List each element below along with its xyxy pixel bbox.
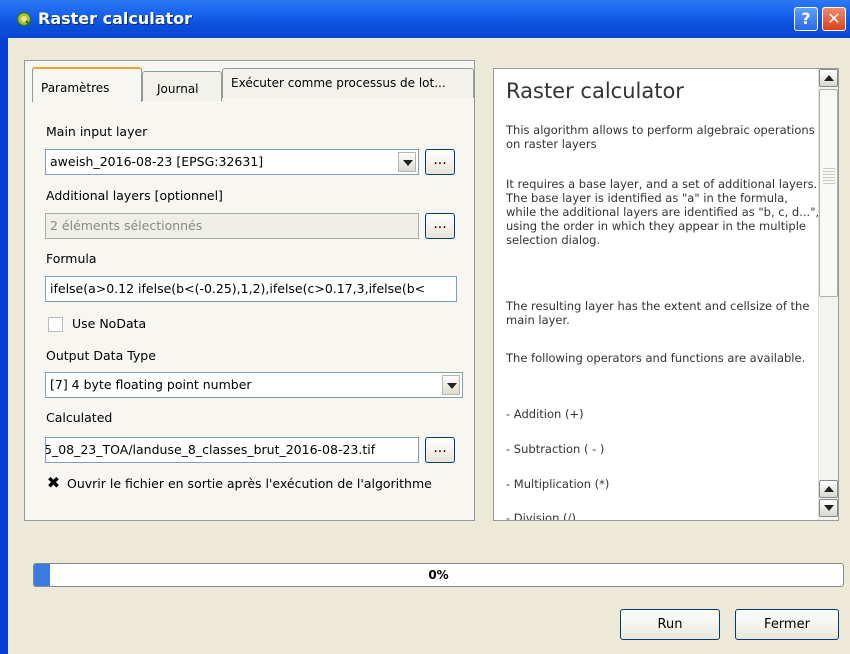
output-type-label: Output Data Type bbox=[46, 348, 156, 363]
scrollbar-thumb[interactable] bbox=[819, 89, 838, 297]
open-output-label: Ouvrir le fichier en sortie après l'exéc… bbox=[67, 476, 432, 491]
output-file-browse-button[interactable]: ... bbox=[425, 437, 455, 463]
main-input-browse-button[interactable]: ... bbox=[425, 149, 455, 175]
output-file-value: 5_08_23_TOA/landuse_8_classes_brut_2016-… bbox=[45, 442, 376, 457]
tab-batch-process[interactable]: Exécuter comme processus de lot... bbox=[222, 68, 474, 98]
qgis-icon bbox=[16, 11, 32, 27]
output-file-input[interactable]: 5_08_23_TOA/landuse_8_classes_brut_2016-… bbox=[45, 437, 419, 463]
help-list-item: - Division (/) bbox=[506, 511, 576, 521]
grip-icon bbox=[823, 168, 835, 186]
close-icon[interactable]: ✕ bbox=[822, 7, 846, 31]
progress-text: 0% bbox=[428, 568, 449, 582]
help-panel: Raster calculator This algorithm allows … bbox=[493, 68, 839, 521]
use-nodata-checkbox[interactable] bbox=[48, 317, 63, 332]
use-nodata-label: Use NoData bbox=[72, 316, 147, 331]
close-button[interactable]: Fermer bbox=[735, 609, 839, 640]
help-paragraph: The following operators and functions ar… bbox=[506, 351, 806, 365]
tab-journal[interactable]: Journal bbox=[142, 71, 222, 101]
title-bar: Raster calculator ? ✕ bbox=[0, 0, 850, 38]
help-list-item: - Multiplication (*) bbox=[506, 477, 610, 491]
formula-label: Formula bbox=[46, 251, 97, 266]
tab-parametres[interactable]: Paramètres bbox=[32, 67, 142, 102]
help-title: Raster calculator bbox=[506, 79, 684, 103]
main-input-value: aweish_2016-08-23 [EPSG:32631] bbox=[50, 154, 264, 169]
scroll-down-icon[interactable] bbox=[819, 499, 838, 517]
calculated-label: Calculated bbox=[46, 410, 113, 425]
help-scrollbar[interactable] bbox=[818, 69, 838, 520]
help-list-item: - Addition (+) bbox=[506, 407, 584, 421]
additional-layers-field[interactable]: 2 éléments sélectionnés bbox=[45, 213, 419, 239]
chevron-down-icon[interactable] bbox=[442, 375, 460, 395]
run-button[interactable]: Run bbox=[620, 609, 720, 640]
help-paragraph: The resulting layer has the extent and c… bbox=[506, 299, 810, 327]
progress-bar: 0% bbox=[33, 563, 844, 587]
formula-input[interactable]: ifelse(a>0.12 ifelse(b<(-0.25),1,2),ifel… bbox=[45, 276, 457, 302]
scroll-up-icon[interactable] bbox=[819, 480, 838, 498]
open-output-checkbox[interactable]: ✖ bbox=[46, 475, 61, 491]
output-type-value: [7] 4 byte floating point number bbox=[50, 377, 252, 392]
main-input-combo[interactable]: aweish_2016-08-23 [EPSG:32631] bbox=[45, 149, 419, 175]
help-icon[interactable]: ? bbox=[794, 7, 818, 31]
output-type-select[interactable]: [7] 4 byte floating point number bbox=[45, 372, 463, 398]
help-paragraph: It requires a base layer, and a set of a… bbox=[506, 177, 820, 247]
help-list-item: - Subtraction ( - ) bbox=[506, 442, 605, 456]
help-paragraph: This algorithm allows to perform algebra… bbox=[506, 123, 815, 151]
scroll-up-icon[interactable] bbox=[819, 69, 838, 87]
chevron-down-icon[interactable] bbox=[398, 152, 416, 172]
main-input-label: Main input layer bbox=[46, 124, 148, 139]
additional-layers-label: Additional layers [optionnel] bbox=[46, 188, 223, 203]
additional-layers-browse-button[interactable]: ... bbox=[425, 213, 455, 239]
window-title: Raster calculator bbox=[38, 9, 193, 28]
